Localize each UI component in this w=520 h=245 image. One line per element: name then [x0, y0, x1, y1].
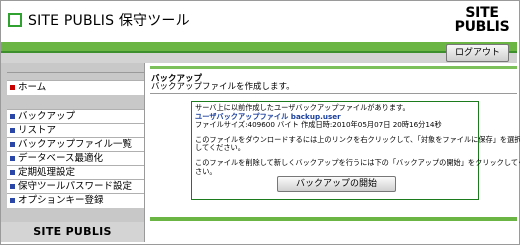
sidebar-item-password[interactable]: 保守ツールパスワード設定 [7, 179, 144, 194]
sidebar-footer-logo: SITE PUBLIS [1, 222, 144, 242]
notice-text: してください。 [195, 143, 245, 153]
sidebar-item-option-key[interactable]: オプションキー登録 [7, 193, 144, 208]
main-footer-rule [150, 217, 517, 221]
header-square-icon [8, 13, 22, 27]
page-description: バックアップファイルを作成します。 [151, 82, 295, 92]
sidebar-item-label: バックアップ [18, 111, 76, 122]
sidebar-item-db-optimize[interactable]: データベース最適化 [7, 151, 144, 166]
header-green-bar [1, 42, 517, 53]
logout-button[interactable]: ログアウト [445, 44, 509, 62]
bullet-icon [10, 141, 15, 147]
divider [7, 72, 144, 73]
sidebar: ホーム バックアップ リストア バックアップファイル一覧 データベース最適化 定… [1, 63, 145, 242]
start-backup-button[interactable]: バックアップの開始 [277, 176, 396, 192]
file-info: ファイルサイズ:409600 バイト 作成日時:2010年05月07日 20時1… [195, 120, 442, 130]
brand-logo: SITE PUBLIS [453, 6, 511, 34]
sidebar-item-label: ホーム [18, 82, 47, 93]
sidebar-item-label: 保守ツールパスワード設定 [18, 181, 133, 192]
sidebar-item-schedule[interactable]: 定期処理設定 [7, 165, 144, 180]
main-green-rule [150, 66, 517, 69]
bullet-icon [10, 183, 15, 189]
bullet-icon [10, 155, 15, 161]
page-title: SITE PUBLIS 保守ツール [28, 13, 190, 29]
bullet-icon [10, 169, 15, 175]
bullet-icon [10, 113, 15, 119]
logo-line-2: PUBLIS [454, 19, 510, 35]
notice-text: このファイルを削除して新しくバックアップを行うには下の「バックアップの開始」をク… [195, 157, 520, 167]
divider [150, 93, 517, 94]
sidebar-item-label: データベース最適化 [18, 153, 104, 164]
notice-text: さい。 [195, 166, 217, 176]
logo-line-1: SITE [465, 5, 499, 21]
bullet-icon [10, 127, 15, 133]
sidebar-item-label: 定期処理設定 [18, 167, 76, 178]
sidebar-item-label: リストア [18, 125, 57, 136]
sidebar-item-backup[interactable]: バックアップ [7, 109, 144, 124]
header: SITE PUBLIS 保守ツール SITE PUBLIS [1, 1, 517, 41]
sidebar-item-backup-list[interactable]: バックアップファイル一覧 [7, 137, 144, 152]
bullet-icon [10, 84, 15, 90]
toolbar-strip [1, 53, 517, 63]
sidebar-item-restore[interactable]: リストア [7, 123, 144, 138]
sidebar-item-home[interactable]: ホーム [7, 80, 144, 95]
bullet-icon [10, 197, 15, 203]
sidebar-item-label: バックアップファイル一覧 [18, 139, 133, 150]
backup-notice-panel: サーバ上に以前作成したユーザバックアップファイルがあります。 ユーザバックアップ… [191, 101, 520, 200]
sidebar-item-label: オプションキー登録 [18, 195, 104, 206]
